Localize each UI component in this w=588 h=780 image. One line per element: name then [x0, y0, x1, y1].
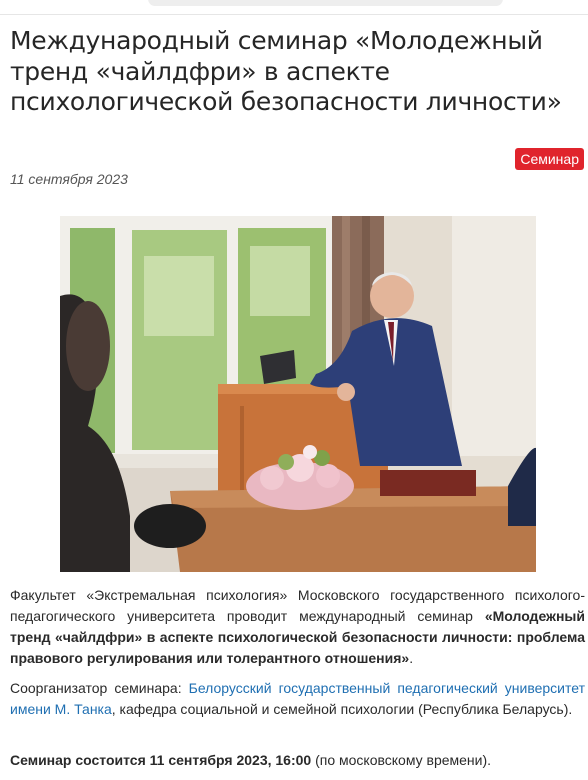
paragraph-schedule: Семинар состоится 11 сентября 2023, 16:0…: [10, 750, 585, 771]
article-page: Международный семинар «Молодежный тренд …: [0, 0, 588, 780]
coorganizer-label: Соорганизатор семинара:: [10, 680, 189, 696]
paragraph-intro: Факультет «Экстремальная психология» Мос…: [10, 585, 585, 669]
article-photo: [60, 216, 536, 572]
top-bar: [0, 0, 588, 15]
category-badge[interactable]: Семинар: [515, 148, 584, 170]
photo-speaker-at-podium-icon: [60, 216, 536, 572]
article-date: 11 сентября 2023: [10, 171, 128, 187]
article-title: Международный семинар «Молодежный тренд …: [10, 26, 562, 116]
search-input[interactable]: [148, 0, 503, 6]
paragraph-intro-end: .: [409, 650, 414, 666]
schedule-date: Семинар состоится 11 сентября 2023, 16:0…: [10, 752, 312, 768]
schedule-timezone: (по московскому времени).: [311, 752, 492, 768]
paragraph-coorganizer: Соорганизатор семинара: Белорусский госу…: [10, 678, 585, 720]
coorganizer-rest: , кафедра социальной и семейной психолог…: [111, 701, 573, 717]
